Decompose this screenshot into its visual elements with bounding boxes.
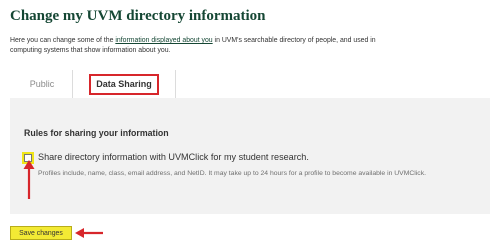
arrow-up-icon: [23, 160, 35, 199]
tab-data-sharing-label: Data Sharing: [89, 73, 159, 95]
rules-heading: Rules for sharing your information: [24, 128, 169, 138]
arrow-left-icon: [75, 228, 103, 238]
save-changes-button[interactable]: Save changes: [10, 226, 72, 240]
sharing-help-text: Profiles include, name, class, email add…: [38, 170, 426, 177]
tab-public[interactable]: Public: [14, 70, 70, 98]
page-title: Change my UVM directory information: [10, 8, 266, 24]
information-displayed-link[interactable]: information displayed about you: [115, 37, 212, 44]
tab-data-sharing[interactable]: Data Sharing: [72, 70, 176, 98]
profile-tabs: Public Data Sharing: [10, 70, 488, 98]
intro-text: Here you can change some of the informat…: [10, 36, 400, 56]
intro-text-start: Here you can change some of the: [10, 37, 116, 44]
share-directory-label[interactable]: Share directory information with UVMClic…: [38, 152, 309, 162]
